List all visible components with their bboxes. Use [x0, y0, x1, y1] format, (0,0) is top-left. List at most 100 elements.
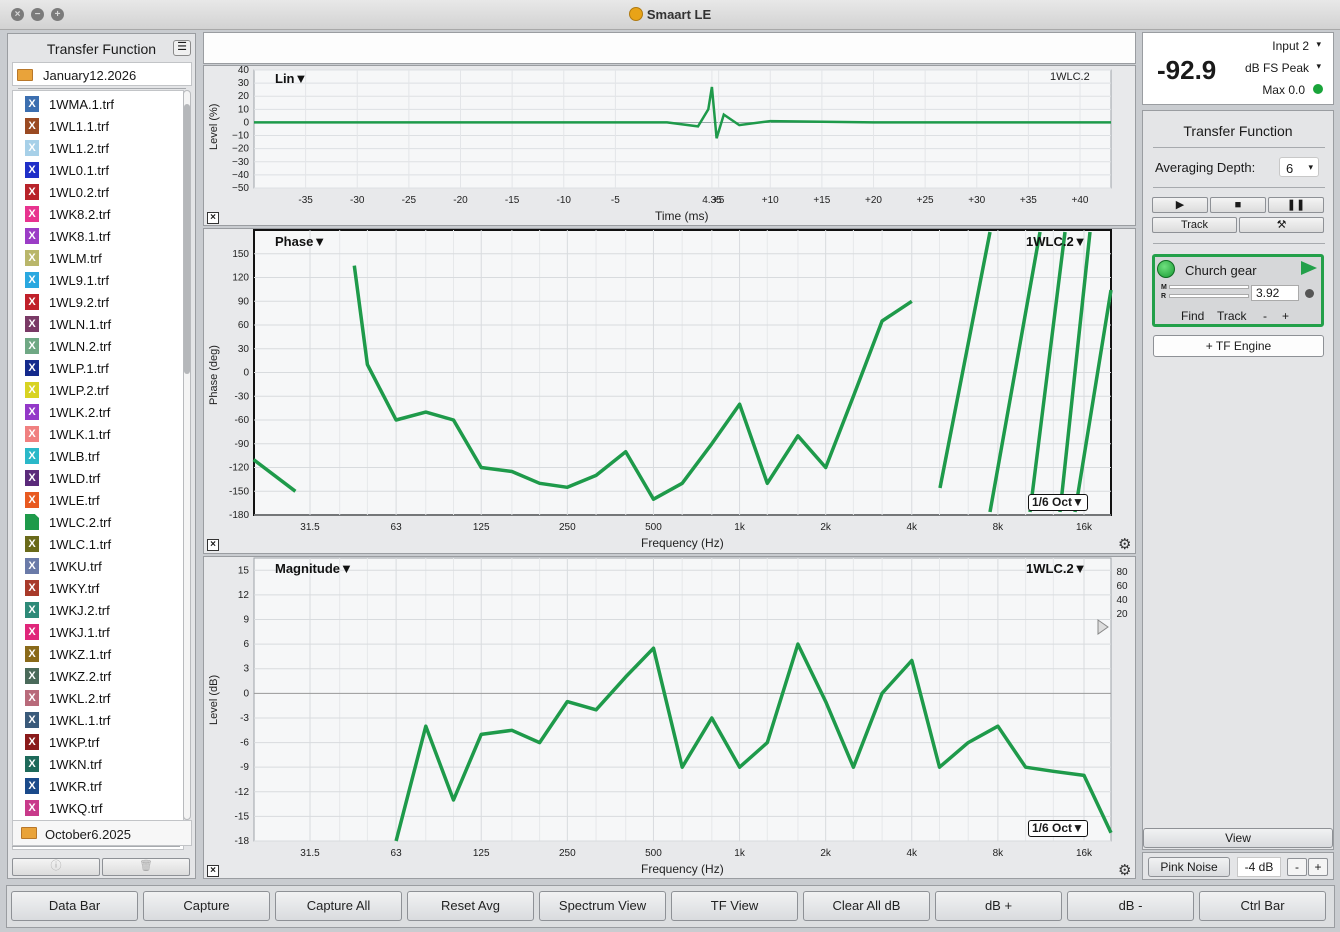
y-tick-label: 90 [238, 296, 250, 307]
x-tick-label: 500 [645, 848, 662, 859]
noise-level-field[interactable]: -4 dB [1237, 857, 1281, 877]
toolbar-button-ctrl-bar[interactable]: Ctrl Bar [1199, 891, 1326, 921]
pink-noise-button[interactable]: Pink Noise [1148, 857, 1230, 877]
averaging-select[interactable]: 6 ▾ [1279, 157, 1319, 177]
toolbar-button-clear-all-db[interactable]: Clear All dB [803, 891, 930, 921]
x-tick-label: +5 [713, 195, 725, 206]
y-tick-label: −40 [232, 170, 249, 181]
y-tick-label: 30 [238, 344, 250, 355]
tf-engine-card[interactable]: Church gear M R 3.92 Find Track - + [1152, 254, 1324, 327]
x-tick-label: +35 [1020, 195, 1037, 206]
x-tick-label: -15 [505, 195, 520, 206]
track-button[interactable]: Track [1152, 217, 1237, 233]
x-tick-label: +40 [1072, 195, 1089, 206]
magnitude-x-axis-label: Frequency (Hz) [641, 862, 724, 876]
plots-svg: 403020100−10−20−30−40−50-35 -30 -25 -20 -15-… [229, 65, 1128, 859]
magnitude-smoothing-dropdown[interactable]: 1/6 Oct▼ [1028, 820, 1088, 837]
toolbar-button-db[interactable]: dB + [935, 891, 1062, 921]
x-tick-label: 16k [1076, 522, 1093, 533]
averaging-label: Averaging Depth: [1155, 160, 1256, 175]
signal-generator-bar: Pink Noise -4 dB - + [1142, 852, 1334, 880]
meter-mode-select[interactable]: dB FS Peak [1245, 61, 1309, 75]
y-tick-label: -60 [235, 415, 250, 426]
close-plot-button[interactable]: × [207, 539, 219, 551]
y-tick-label: −10 [232, 131, 249, 142]
chevron-down-icon[interactable]: ▾ [1316, 61, 1321, 72]
y-tick-label: -3 [240, 713, 249, 724]
y-tick-label: 9 [243, 615, 249, 626]
close-plot-button[interactable]: × [207, 212, 219, 224]
y-tick-label: -15 [235, 811, 250, 822]
magnitude-scale-dropdown[interactable]: Magnitude▼ [275, 561, 353, 576]
phase-scale-dropdown[interactable]: Phase▼ [275, 234, 326, 249]
play-button[interactable]: ▶ [1152, 197, 1208, 213]
x-tick-label: 63 [391, 848, 403, 859]
stop-button[interactable]: ■ [1210, 197, 1266, 213]
delay-minus-button[interactable]: - [1263, 309, 1267, 323]
y-tick-label: 30 [238, 78, 250, 89]
track-delay-button[interactable]: Track [1217, 309, 1247, 323]
impulse-trace-label: 1WLC.2 [1050, 71, 1090, 83]
x-tick-label: 4k [906, 848, 918, 859]
delay-plus-button[interactable]: + [1282, 309, 1289, 323]
toolbar-button-tf-view[interactable]: TF View [671, 891, 798, 921]
y-tick-label: 20 [238, 91, 250, 102]
x-tick-label: +30 [968, 195, 985, 206]
control-panel: Transfer Function Averaging Depth: 6 ▾ ▶… [1142, 110, 1334, 850]
coherence-tick-label: 40 [1116, 595, 1128, 606]
noise-minus-button[interactable]: - [1287, 858, 1307, 876]
impulse-scale-dropdown[interactable]: Lin▼ [275, 71, 307, 86]
y-tick-label: 60 [238, 320, 250, 331]
y-tick-label: 12 [238, 590, 250, 601]
meter-bar-r [1169, 294, 1249, 298]
x-tick-label: 63 [391, 522, 403, 533]
engine-on-button[interactable] [1157, 260, 1175, 278]
x-tick-label: 250 [559, 522, 576, 533]
impulse-y-axis-label: Level (%) [208, 103, 220, 150]
view-button[interactable]: View [1143, 828, 1333, 848]
close-plot-button[interactable]: × [207, 865, 219, 877]
level-meter: -92.9 Input 2 ▾ dB FS Peak ▾ Max 0.0 [1142, 32, 1334, 105]
noise-plus-button[interactable]: + [1308, 858, 1328, 876]
toolbar-button-db[interactable]: dB - [1067, 891, 1194, 921]
toolbar-button-spectrum-view[interactable]: Spectrum View [539, 891, 666, 921]
add-tf-engine-button[interactable]: + TF Engine [1153, 335, 1324, 357]
y-tick-label: 0 [243, 688, 249, 699]
x-tick-label: 31.5 [300, 522, 320, 533]
phase-trace-dropdown[interactable]: 1WLC.2▼ [1026, 234, 1087, 249]
play-icon[interactable] [1301, 261, 1317, 275]
y-tick-label: 40 [238, 65, 250, 76]
y-tick-label: -90 [235, 439, 250, 450]
toolbar-button-capture-all[interactable]: Capture All [275, 891, 402, 921]
x-tick-label: -5 [611, 195, 620, 206]
tools-button[interactable]: ⚒ [1239, 217, 1324, 233]
y-tick-label: 3 [243, 664, 249, 675]
input-select[interactable]: Input 2 [1272, 39, 1309, 53]
engine-name[interactable]: Church gear [1185, 263, 1257, 278]
phase-smoothing-dropdown[interactable]: 1/6 Oct▼ [1028, 494, 1088, 511]
x-tick-label: -35 [298, 195, 313, 206]
magnitude-trace-dropdown[interactable]: 1WLC.2▼ [1026, 561, 1087, 576]
coherence-tick-label: 80 [1116, 567, 1128, 578]
bottom-toolbar: Data Bar Capture Capture All Reset Avg Spect… [6, 885, 1335, 928]
y-tick-label: -120 [229, 463, 249, 474]
gear-icon[interactable]: ⚙ [1118, 535, 1131, 553]
phase-y-axis-label: Phase (deg) [208, 345, 220, 405]
record-icon[interactable] [1305, 289, 1314, 298]
x-tick-label: 2k [820, 848, 832, 859]
y-tick-label: 0 [243, 117, 249, 128]
coherence-tick-label: 20 [1116, 609, 1128, 620]
gear-icon[interactable]: ⚙ [1118, 861, 1131, 879]
delay-field[interactable]: 3.92 [1251, 285, 1299, 301]
impulse-plot-area [253, 69, 1112, 189]
x-tick-label: 250 [559, 848, 576, 859]
find-button[interactable]: Find [1181, 309, 1204, 323]
toolbar-button-data-bar[interactable]: Data Bar [11, 891, 138, 921]
y-tick-label: 120 [232, 273, 249, 284]
y-tick-label: -6 [240, 738, 249, 749]
x-tick-label: 16k [1076, 848, 1093, 859]
chevron-down-icon[interactable]: ▾ [1316, 39, 1321, 50]
pause-button[interactable]: ❚❚ [1268, 197, 1324, 213]
toolbar-button-reset-avg[interactable]: Reset Avg [407, 891, 534, 921]
toolbar-button-capture[interactable]: Capture [143, 891, 270, 921]
